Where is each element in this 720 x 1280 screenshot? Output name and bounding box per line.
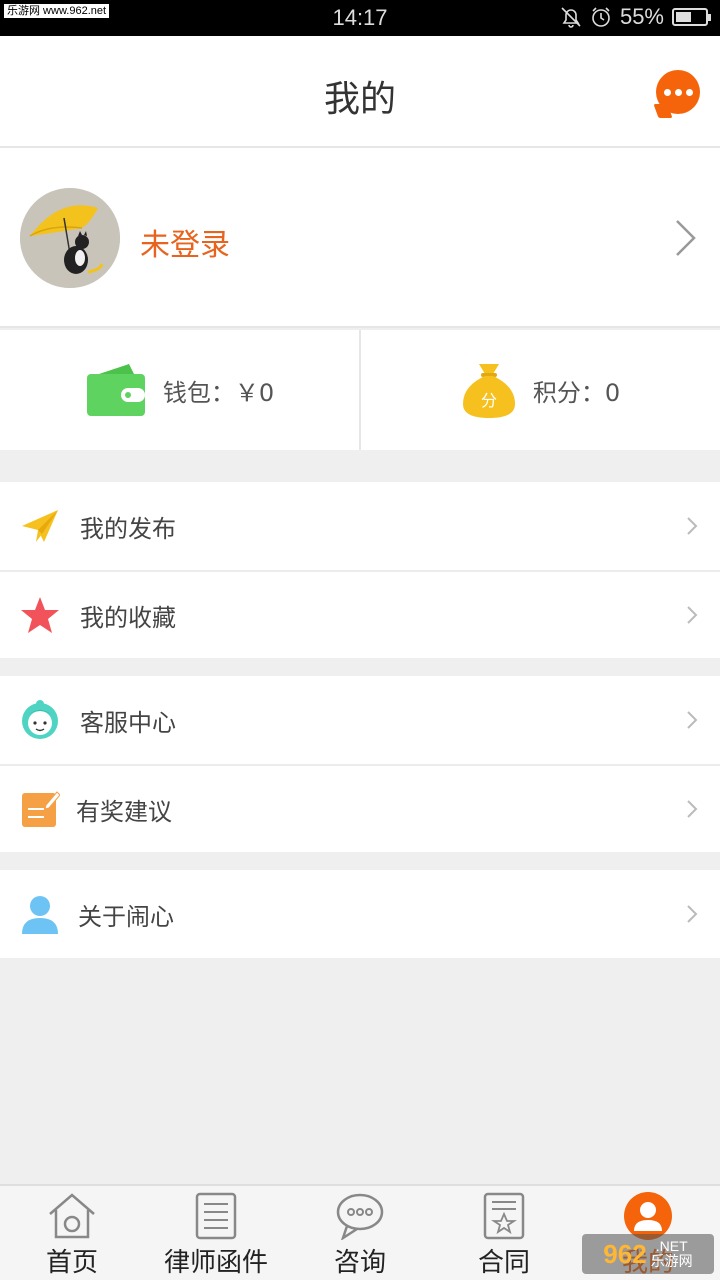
tab-label: 律师函件	[163, 1248, 268, 1278]
points-stat[interactable]: 分 积分：0	[359, 330, 720, 450]
menu-group-support: 客服中心 有奖建议	[0, 676, 720, 852]
site-watermark: 962 .NET 乐游网	[582, 1234, 714, 1274]
battery-fill	[676, 12, 692, 22]
chevron-right-icon	[687, 905, 698, 923]
tab-label: 合同	[477, 1248, 530, 1278]
battery-icon	[672, 8, 711, 26]
chevron-right-icon	[687, 711, 698, 729]
chevron-right-icon	[687, 606, 698, 624]
tab-label: 咨询	[333, 1248, 386, 1278]
page-title: 我的	[323, 79, 396, 120]
watermark-line1: .NET	[655, 1238, 688, 1254]
note-edit-icon	[20, 789, 60, 829]
customer-service-icon	[20, 700, 60, 740]
message-button[interactable]	[656, 70, 700, 114]
paper-plane-icon	[20, 506, 60, 546]
status-right: 55%	[560, 4, 711, 30]
menu-item-about[interactable]: 关于闹心	[0, 870, 720, 958]
document-icon	[190, 1190, 242, 1242]
wallet-icon	[86, 364, 145, 416]
tab-label: 首页	[45, 1248, 98, 1278]
menu-label: 我的收藏	[80, 603, 176, 632]
menu-label: 我的发布	[80, 514, 176, 543]
tab-lawyer-letters[interactable]: 律师函件	[144, 1186, 288, 1280]
menu-group-about: 关于闹心	[0, 870, 720, 958]
chevron-right-icon	[687, 800, 698, 818]
mute-bell-icon	[561, 7, 581, 28]
watermark-line2: 乐游网	[650, 1253, 693, 1269]
chevron-right-icon	[687, 517, 698, 535]
points-label: 积分：0	[532, 378, 621, 407]
menu-label: 有奖建议	[76, 797, 172, 826]
points-badge-text: 分	[481, 391, 497, 410]
money-bag-icon: 分	[462, 364, 515, 418]
chevron-right-icon	[676, 220, 696, 256]
stats-row: 钱包：￥0 分 积分：0	[0, 330, 720, 450]
menu-label: 客服中心	[80, 708, 176, 737]
chat-bubble-icon	[334, 1190, 386, 1242]
message-dot	[674, 88, 682, 96]
watermark-number: 962	[603, 1238, 647, 1269]
menu-label: 关于闹心	[78, 902, 174, 931]
alarm-icon	[592, 7, 610, 27]
wallet-label: 钱包：￥0	[162, 378, 275, 407]
menu-item-my-posts[interactable]: 我的发布	[0, 482, 720, 570]
watermark-text: .NET 乐游网	[651, 1239, 693, 1269]
login-status[interactable]: 未登录	[140, 220, 230, 264]
star-icon	[20, 595, 60, 635]
home-icon	[46, 1190, 98, 1242]
menu-group-posts: 我的发布 我的收藏	[0, 482, 720, 658]
menu-item-my-favorites[interactable]: 我的收藏	[0, 570, 720, 658]
battery-percent: 55%	[619, 4, 664, 29]
message-dot	[663, 88, 671, 96]
menu-item-customer-service[interactable]: 客服中心	[0, 676, 720, 764]
contract-icon	[478, 1190, 530, 1242]
menu-item-suggestions[interactable]: 有奖建议	[0, 764, 720, 852]
message-dot	[685, 88, 693, 96]
wallet-stat[interactable]: 钱包：￥0	[0, 330, 359, 450]
profile-card[interactable]: 未登录	[0, 148, 720, 328]
status-bar: 乐游网 www.962.net 14:17 55%	[0, 0, 720, 36]
user-icon	[20, 894, 60, 934]
tab-contract[interactable]: 合同	[432, 1186, 576, 1280]
tab-home[interactable]: 首页	[0, 1186, 144, 1280]
avatar-illustration	[20, 188, 120, 288]
app-header: 我的	[0, 36, 720, 148]
avatar[interactable]	[20, 188, 120, 288]
tab-consult[interactable]: 咨询	[288, 1186, 432, 1280]
